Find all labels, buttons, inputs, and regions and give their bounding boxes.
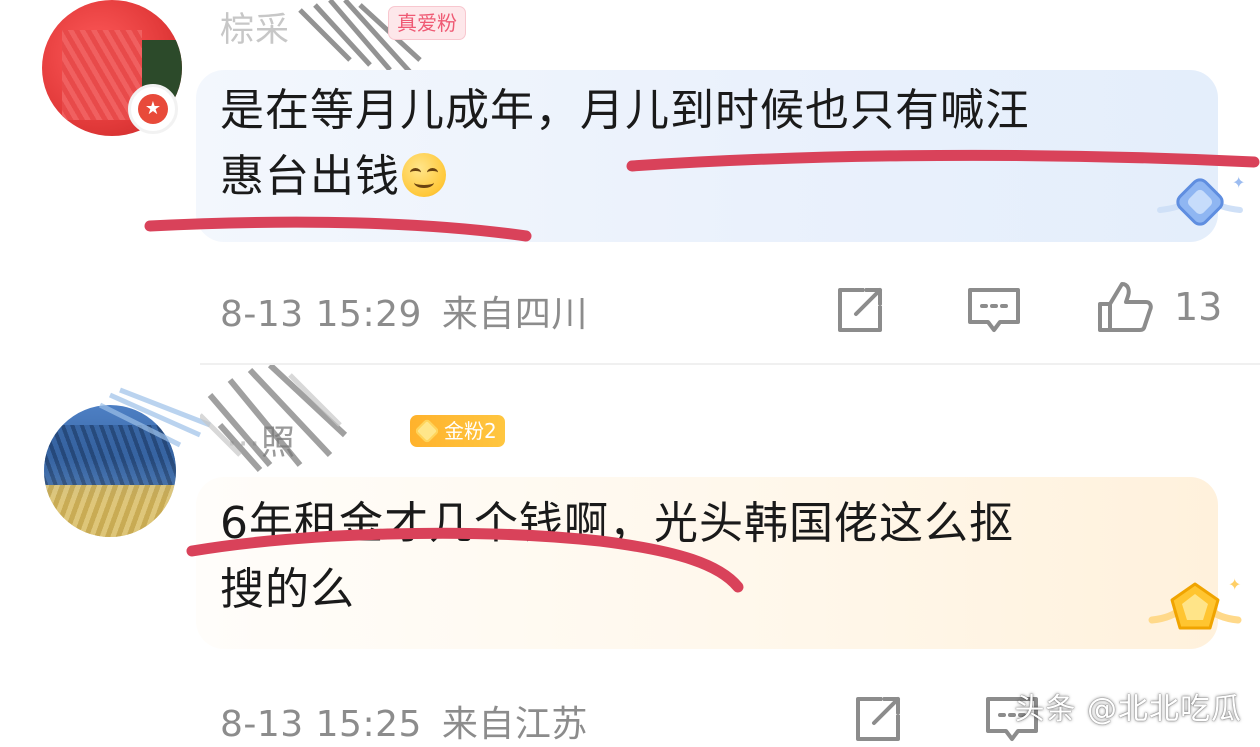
share-icon[interactable] — [852, 693, 904, 745]
like-icon[interactable] — [1096, 280, 1154, 334]
comment-time: 8-13 15:29 — [220, 294, 422, 335]
comment-item-1: ★ 棕采 真爱粉 是在等月儿成年，月儿到时候也只有喊汪 惠台出钱 ✦ 8-13 … — [0, 0, 1260, 365]
comment-meta: 8-13 15:29 来自四川 — [220, 285, 588, 337]
crystal-badge-icon: ✦ — [1157, 173, 1245, 226]
svg-text:✦: ✦ — [1232, 173, 1245, 192]
comment-meta: 8-13 15:25 来自江苏 — [220, 695, 588, 747]
share-icon[interactable] — [834, 284, 886, 336]
highlight-underline — [144, 149, 1260, 242]
comment-location: 来自四川 — [441, 294, 588, 335]
watermark: 头条 @北北吃瓜 — [1014, 692, 1242, 727]
comment-location: 来自江苏 — [441, 704, 588, 745]
highlight-underline — [186, 527, 744, 593]
like-count: 13 — [1174, 285, 1223, 329]
gold-badge-icon: ✦ — [1148, 575, 1242, 630]
comment-time: 8-13 15:25 — [220, 704, 422, 745]
svg-text:✦: ✦ — [1228, 575, 1241, 594]
comment-icon[interactable] — [966, 284, 1022, 336]
